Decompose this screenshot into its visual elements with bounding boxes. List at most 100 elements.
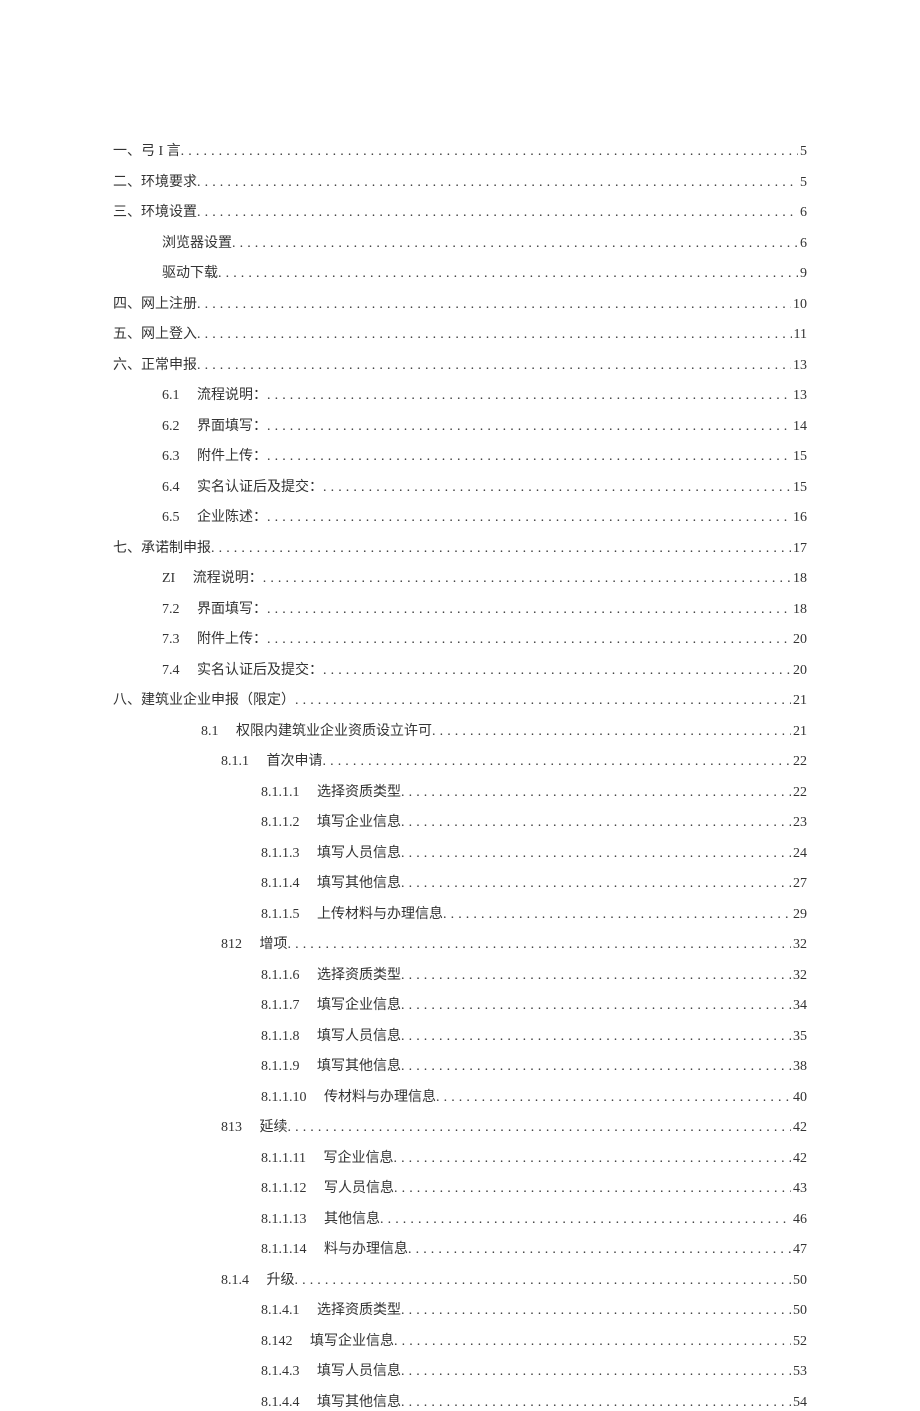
toc-page-number: 15 <box>791 480 807 496</box>
toc-leader-dots <box>401 1059 791 1075</box>
toc-page-number: 38 <box>791 1059 807 1075</box>
toc-title: 填写人员信息 <box>317 1364 401 1379</box>
toc-label: 8.1.1.12 写人员信息 <box>261 1177 394 1197</box>
toc-title: 正常申报 <box>141 358 197 373</box>
toc-entry: 8.1.1.5 上传材料与办理信息29 <box>113 903 807 923</box>
toc-title: 增项 <box>260 937 288 952</box>
toc-number: 8.142 <box>261 1334 293 1349</box>
toc-entry: 三、环境设置 6 <box>113 201 807 221</box>
toc-entry: 8.1 权限内建筑业企业资质设立许可 21 <box>113 720 807 740</box>
toc-page-number: 34 <box>791 998 807 1014</box>
toc-page-number: 47 <box>791 1242 807 1258</box>
toc-title: 填写其他信息 <box>317 1395 401 1410</box>
toc-label: 8.1.1.1 选择资质类型 <box>261 781 401 801</box>
toc-entry: 8.1.1.8 填写人员信息35 <box>113 1025 807 1045</box>
toc-page-number: 50 <box>791 1303 807 1319</box>
toc-leader-dots <box>197 175 798 191</box>
toc-number: 813 <box>221 1120 242 1135</box>
toc-number: 7.4 <box>162 663 180 678</box>
toc-label: 8.1.4.1 选择资质类型 <box>261 1299 401 1319</box>
toc-page-number: 20 <box>791 663 807 679</box>
toc-page-number: 54 <box>791 1395 807 1411</box>
toc-number: 8.1.1.11 <box>261 1151 306 1166</box>
toc-number: 8.1.1.10 <box>261 1090 307 1105</box>
toc-number: 8.1.4.1 <box>261 1303 300 1318</box>
toc-label: 8.142 填写企业信息 <box>261 1330 394 1350</box>
toc-title: 选择资质类型 <box>317 1303 401 1318</box>
toc-page-number: 22 <box>791 785 807 801</box>
toc-title: 流程说明： <box>193 571 263 586</box>
toc-entry: 8.1.1.1 选择资质类型 22 <box>113 781 807 801</box>
toc-entry: 8.1.1 首次申请 22 <box>113 750 807 770</box>
toc-label: 8.1.4.3 填写人员信息 <box>261 1360 401 1380</box>
toc-page-number: 42 <box>791 1120 807 1136</box>
toc-label: 七、承诺制申报 <box>113 537 211 557</box>
toc-leader-dots <box>267 419 791 435</box>
toc-title: 升级 <box>267 1273 295 1288</box>
toc-entry: 八、建筑业企业申报（限定）21 <box>113 689 807 709</box>
toc-page-number: 11 <box>792 327 807 343</box>
toc-leader-dots <box>197 358 791 374</box>
toc-label: 6.1 流程说明： <box>162 384 267 404</box>
toc-leader-dots <box>263 571 791 587</box>
toc-label: 8.1.1.7 填写企业信息 <box>261 994 401 1014</box>
toc-page-number: 15 <box>791 449 807 465</box>
toc-title: 权限内建筑业企业资质设立许可 <box>236 724 432 739</box>
toc-title: 延续 <box>260 1120 288 1135</box>
toc-leader-dots <box>401 998 791 1014</box>
toc-label: 8.1.1.2 填写企业信息 <box>261 811 401 831</box>
toc-entry: 七、承诺制申报 17 <box>113 537 807 557</box>
toc-label: 8.1.1.4 填写其他信息 <box>261 872 401 892</box>
toc-label: 6.2 界面填写： <box>162 415 267 435</box>
toc-entry: 一、弓 I 言5 <box>113 140 807 160</box>
toc-label: 6.3 附件上传： <box>162 445 267 465</box>
toc-leader-dots <box>295 693 791 709</box>
toc-label: 8.1 权限内建筑业企业资质设立许可 <box>201 720 432 740</box>
toc-entry: 8.1.1.6 选择资质类型 32 <box>113 964 807 984</box>
toc-label: 六、正常申报 <box>113 354 197 374</box>
toc-title: 首次申请 <box>267 754 323 769</box>
toc-leader-dots <box>436 1090 791 1106</box>
toc-number: 8.1.1.13 <box>261 1212 307 1227</box>
toc-page-number: 42 <box>791 1151 807 1167</box>
toc-page-number: 18 <box>791 602 807 618</box>
toc-leader-dots <box>197 327 792 343</box>
toc-number: 八、 <box>113 693 141 708</box>
toc-title: 写人员信息 <box>324 1181 394 1196</box>
toc-entry: 7.4 实名认证后及提交：20 <box>113 659 807 679</box>
toc-number: 8.1.4 <box>221 1273 249 1288</box>
toc-page-number: 52 <box>791 1334 807 1350</box>
toc-entry: 8.142 填写企业信息 52 <box>113 1330 807 1350</box>
toc-number: 一、 <box>113 144 141 159</box>
toc-page-number: 35 <box>791 1029 807 1045</box>
toc-page-number: 50 <box>791 1273 807 1289</box>
toc-entry: 浏览器设置 6 <box>113 232 807 252</box>
toc-leader-dots <box>408 1242 791 1258</box>
toc-entry: 6.1 流程说明：13 <box>113 384 807 404</box>
toc-entry: 8.1.4 升级 50 <box>113 1269 807 1289</box>
toc-title: 料与办理信息 <box>324 1242 408 1257</box>
toc-label: 二、环境要求 <box>113 171 197 191</box>
toc-number: 七、 <box>113 541 141 556</box>
toc-leader-dots <box>443 907 791 923</box>
toc-number: 8.1.1.7 <box>261 998 300 1013</box>
toc-page-number: 10 <box>791 297 807 313</box>
toc-label: 7.3 附件上传： <box>162 628 267 648</box>
toc-title: 传材料与办理信息 <box>324 1090 436 1105</box>
toc-leader-dots <box>197 297 791 313</box>
toc-entry: 8.1.1.3 填写人员信息24 <box>113 842 807 862</box>
toc-title: 选择资质类型 <box>317 968 401 983</box>
toc-title: 承诺制申报 <box>141 541 211 556</box>
toc-label: 8.1.1.3 填写人员信息 <box>261 842 401 862</box>
toc-leader-dots <box>394 1181 791 1197</box>
toc-page-number: 43 <box>791 1181 807 1197</box>
toc-label: 8.1.4 升级 <box>221 1269 295 1289</box>
toc-title: 环境要求 <box>141 175 197 190</box>
toc-number: 8.1.1.9 <box>261 1059 300 1074</box>
toc-leader-dots <box>218 266 798 282</box>
toc-leader-dots <box>323 754 792 770</box>
toc-leader-dots <box>401 1364 791 1380</box>
toc-entry: 8.1.4.4 填写其他信息 54 <box>113 1391 807 1411</box>
toc-entry: 6.2 界面填写：14 <box>113 415 807 435</box>
table-of-contents: 一、弓 I 言5二、环境要求 5三、环境设置 6浏览器设置 6驱动下载 9四、网… <box>113 140 807 1411</box>
